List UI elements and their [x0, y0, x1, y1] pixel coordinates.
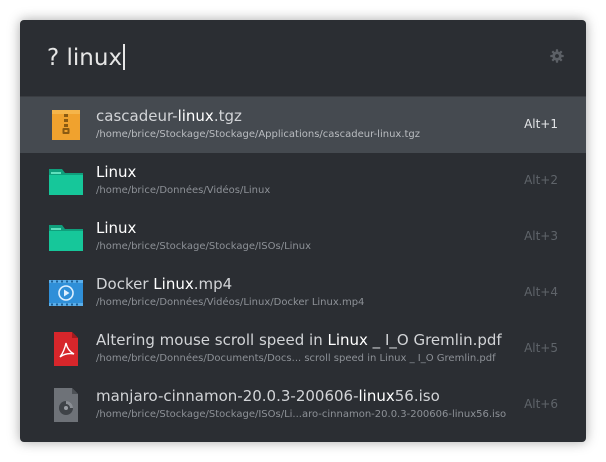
result-row[interactable]: cascadeur-linux.tgz/home/brice/Stockage/…: [20, 97, 586, 153]
result-title-prefix: cascadeur-: [96, 107, 178, 125]
result-path: /home/brice/Données/Vidéos/Linux/Docker …: [96, 297, 365, 308]
folder-icon: [48, 219, 84, 255]
result-title-prefix: Docker: [96, 275, 154, 293]
result-title-prefix: Altering mouse scroll speed in: [96, 331, 328, 349]
results-list: cascadeur-linux.tgz/home/brice/Stockage/…: [20, 97, 586, 433]
result-title-match: Linux: [96, 163, 137, 181]
text-cursor: [123, 44, 126, 70]
result-path: /home/brice/Données/Documents/Docs... sc…: [96, 353, 496, 364]
result-row[interactable]: Linux/home/brice/Données/Vidéos/Linux Alt…: [20, 153, 586, 209]
launcher-window: ? linux cascadeur-linux.tgz/home/brice/S…: [20, 20, 586, 442]
result-path: /home/brice/Stockage/Stockage/ISOs/Li...…: [96, 409, 507, 420]
result-title-match: linux: [358, 387, 395, 405]
result-title: cascadeur-linux.tgz: [96, 106, 242, 126]
search-input[interactable]: ? linux: [47, 42, 126, 74]
result-title-prefix: manjaro-cinnamon-20.0.3-200606-: [96, 387, 359, 405]
archive-icon: [48, 107, 84, 143]
result-title: Docker Linux.mp4: [96, 274, 232, 294]
result-title-match: Linux: [96, 219, 137, 237]
result-shortcut: Alt+2: [524, 173, 558, 187]
result-title: manjaro-cinnamon-20.0.3-200606-linux56.i…: [96, 386, 440, 406]
result-path: /home/brice/Stockage/Stockage/Applicatio…: [96, 129, 421, 140]
result-title-suffix: .mp4: [193, 275, 233, 293]
result-shortcut: Alt+4: [524, 285, 558, 299]
result-title-match: Linux: [153, 275, 194, 293]
result-shortcut: Alt+1: [524, 117, 558, 131]
result-row[interactable]: Docker Linux.mp4/home/brice/Données/Vidé…: [20, 265, 586, 321]
pdf-file-icon: [48, 331, 84, 367]
folder-icon: [48, 163, 84, 199]
video-file-icon: [48, 275, 84, 311]
result-row[interactable]: manjaro-cinnamon-20.0.3-200606-linux56.i…: [20, 377, 586, 433]
result-shortcut: Alt+3: [524, 229, 558, 243]
result-title-suffix: _ I_O Gremlin.pdf: [367, 331, 502, 349]
result-path: /home/brice/Données/Vidéos/Linux: [96, 185, 271, 196]
result-title-match: linux: [177, 107, 214, 125]
result-title: Linux: [96, 162, 136, 182]
result-title-suffix: .tgz: [213, 107, 242, 125]
search-query-text: ? linux: [47, 45, 123, 71]
result-title: Altering mouse scroll speed in Linux _ I…: [96, 330, 502, 350]
result-row[interactable]: Altering mouse scroll speed in Linux _ I…: [20, 321, 586, 377]
result-shortcut: Alt+6: [524, 397, 558, 411]
disk-image-icon: [48, 387, 84, 423]
result-shortcut: Alt+5: [524, 341, 558, 355]
search-bar[interactable]: ? linux: [20, 20, 586, 96]
result-path: /home/brice/Stockage/Stockage/ISOs/Linux: [96, 241, 312, 252]
result-title-match: Linux: [327, 331, 368, 349]
result-title-suffix: 56.iso: [394, 387, 440, 405]
result-row[interactable]: Linux/home/brice/Stockage/Stockage/ISOs/…: [20, 209, 586, 265]
result-title: Linux: [96, 218, 136, 238]
gear-icon[interactable]: [550, 49, 564, 63]
